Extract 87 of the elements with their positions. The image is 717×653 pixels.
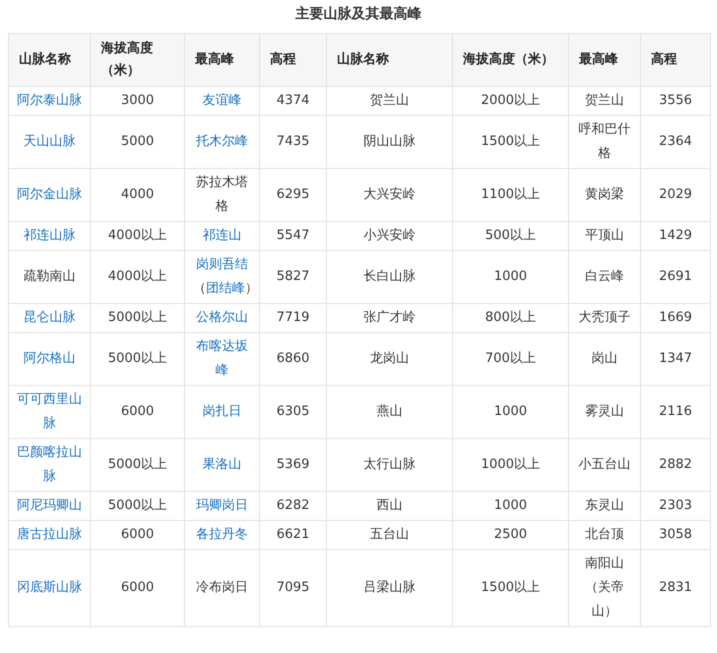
table-cell: 平顶山 xyxy=(568,222,640,250)
table-cell: 6000 xyxy=(90,520,184,550)
table-cell: 1500以上 xyxy=(452,550,568,626)
column-header: 海拔高度（米） xyxy=(90,34,184,86)
table-cell: 5000以上 xyxy=(90,492,184,520)
table-cell: 6000 xyxy=(90,550,184,626)
table-cell: 2831 xyxy=(640,550,710,626)
table-cell: 3058 xyxy=(640,520,710,550)
table-cell: 5000以上 xyxy=(90,438,184,492)
table-cell: 贺兰山 xyxy=(568,86,640,116)
table-cell: 6282 xyxy=(260,492,326,520)
table-cell: 1000 xyxy=(452,250,568,304)
table-cell: 5000以上 xyxy=(90,332,184,386)
table-cell: 1429 xyxy=(640,222,710,250)
table-cell: 2116 xyxy=(640,386,710,438)
table-cell: 1000以上 xyxy=(452,438,568,492)
table-cell: 白云峰 xyxy=(568,250,640,304)
table-cell: 6000 xyxy=(90,386,184,438)
table-cell: 东灵山 xyxy=(568,492,640,520)
column-header: 最高峰 xyxy=(568,34,640,86)
table-cell: 5369 xyxy=(260,438,326,492)
table-cell: 2691 xyxy=(640,250,710,304)
table-cell: 呼和巴什格 xyxy=(568,116,640,168)
table-cell: 1000 xyxy=(452,386,568,438)
table-cell: 大秃顶子 xyxy=(568,304,640,332)
table-cell: 7719 xyxy=(260,304,326,332)
table-cell: 贺兰山 xyxy=(326,86,452,116)
table-title: 主要山脉及其最高峰 xyxy=(294,4,422,24)
table-cell: 小兴安岭 xyxy=(326,222,452,250)
table-cell: 4374 xyxy=(260,86,326,116)
table-cell: 1669 xyxy=(640,304,710,332)
table-cell: 小五台山 xyxy=(568,438,640,492)
table-cell: 长白山脉 xyxy=(326,250,452,304)
table-cell: 黄岗梁 xyxy=(568,168,640,222)
table-cell: 阴山山脉 xyxy=(326,116,452,168)
table-cell: 2500 xyxy=(452,520,568,550)
table-cell: 5827 xyxy=(260,250,326,304)
table-cell: 4000以上 xyxy=(90,222,184,250)
table-cell: 7095 xyxy=(260,550,326,626)
table-cell: 6860 xyxy=(260,332,326,386)
table-cell: 1500以上 xyxy=(452,116,568,168)
table-cell: 4000 xyxy=(90,168,184,222)
table-cell: 五台山 xyxy=(326,520,452,550)
table-cell: 1347 xyxy=(640,332,710,386)
column-header: 高程 xyxy=(640,34,710,86)
table-cell: 苏拉木塔格 xyxy=(184,168,260,222)
table-cell: 3000 xyxy=(90,86,184,116)
table-cell: 2882 xyxy=(640,438,710,492)
table-cell: 700以上 xyxy=(452,332,568,386)
table-cell: 2303 xyxy=(640,492,710,520)
table-cell: 800以上 xyxy=(452,304,568,332)
table-cell: 张广才岭 xyxy=(326,304,452,332)
table-cell: 雾灵山 xyxy=(568,386,640,438)
table-cell: 5000 xyxy=(90,116,184,168)
table-cell: 7435 xyxy=(260,116,326,168)
table-cell: 1000 xyxy=(452,492,568,520)
table-cell: 2000以上 xyxy=(452,86,568,116)
table-cell: 4000以上 xyxy=(90,250,184,304)
table-cell: 燕山 xyxy=(326,386,452,438)
column-header: 山脉名称 xyxy=(326,34,452,86)
table-cell: 疏勒南山 xyxy=(8,250,90,304)
table-cell: 北台顶 xyxy=(568,520,640,550)
table-cell: 500以上 xyxy=(452,222,568,250)
table-cell: 6621 xyxy=(260,520,326,550)
table-cell: 5000以上 xyxy=(90,304,184,332)
table-cell: 吕梁山脉 xyxy=(326,550,452,626)
table-cell: 岗则吾结 （团结峰） xyxy=(184,250,260,304)
table-cell: 2364 xyxy=(640,116,710,168)
table-cell: 6305 xyxy=(260,386,326,438)
cell-link[interactable]: 岗则吾结 xyxy=(196,257,248,272)
table-cell: 2029 xyxy=(640,168,710,222)
table-cell: 冷布岗日 xyxy=(184,550,260,626)
column-header: 海拔高度（米） xyxy=(452,34,568,86)
cell-link[interactable]: 团结峰 xyxy=(206,281,245,296)
column-header: 山脉名称 xyxy=(8,34,90,86)
column-header: 高程 xyxy=(260,34,326,86)
column-header: 最高峰 xyxy=(184,34,260,86)
table-cell: 太行山脉 xyxy=(326,438,452,492)
table-cell: 3556 xyxy=(640,86,710,116)
table-cell: 西山 xyxy=(326,492,452,520)
table-cell: 南阳山（关帝山） xyxy=(568,550,640,626)
table-cell: 6295 xyxy=(260,168,326,222)
table-cell: 1100以上 xyxy=(452,168,568,222)
table-cell: 大兴安岭 xyxy=(326,168,452,222)
table-cell: 岗山 xyxy=(568,332,640,386)
table-cell: 5547 xyxy=(260,222,326,250)
table-cell: 龙岗山 xyxy=(326,332,452,386)
